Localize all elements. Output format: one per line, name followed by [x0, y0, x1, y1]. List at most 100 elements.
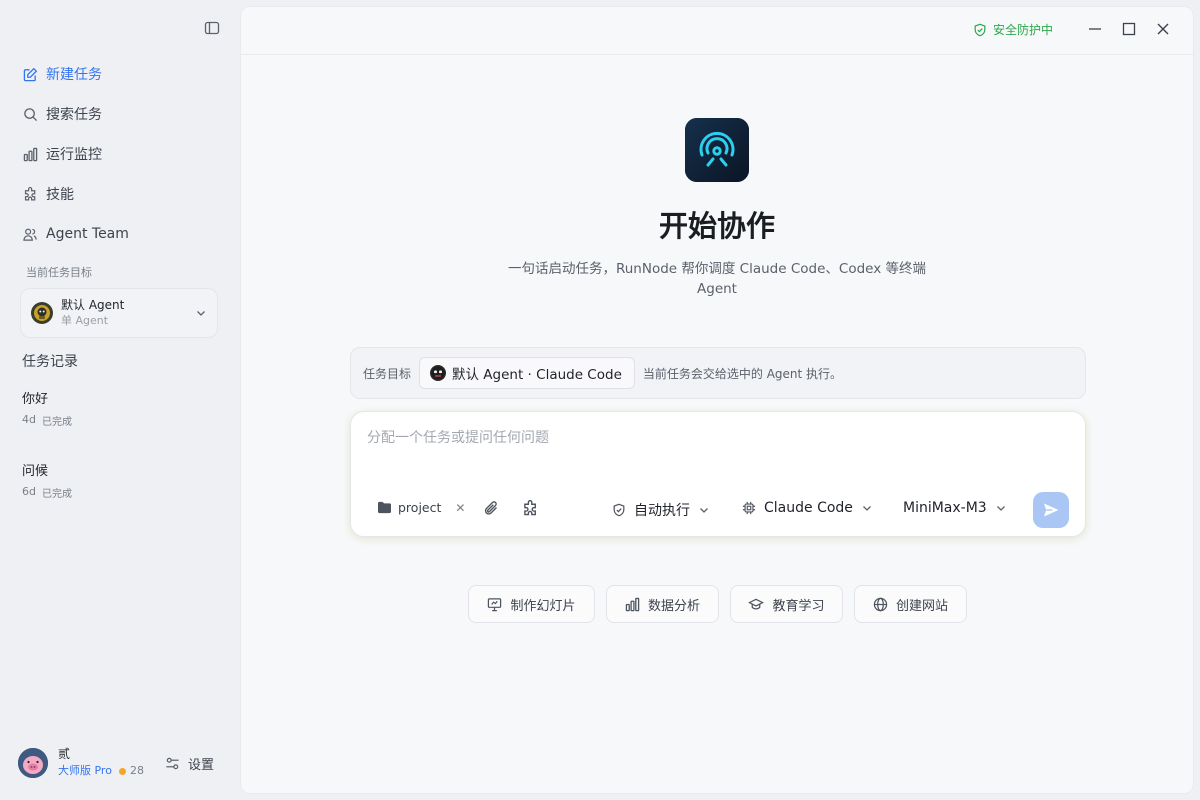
project-chip[interactable]: project ✕	[377, 500, 465, 515]
task-target-bar: 任务目标 默认 Agent · Claude Code 当前任务会交给选中的 A…	[350, 347, 1086, 399]
history-title: 任务记录	[22, 354, 78, 370]
close-icon	[1156, 22, 1170, 36]
edit-icon	[22, 66, 38, 82]
quick-action-label: 教育学习	[772, 598, 825, 614]
model-value: MiniMax-M3	[903, 500, 987, 516]
page-description: 一句话启动任务，RunNode 帮你调度 Claude Code、Codex 等…	[507, 261, 927, 297]
nav-run-monitor-label: 运行监控	[46, 147, 102, 163]
minimize-button[interactable]	[1087, 21, 1103, 37]
agent-selector[interactable]: 默认 Agent 单 Agent	[20, 288, 218, 338]
execution-mode-value: 自动执行	[634, 503, 690, 519]
main-panel: 安全防护中 开始协作 一句话启动任务，RunNode 帮你调度 Claude C…	[240, 6, 1194, 794]
agent-avatar	[31, 302, 53, 324]
sidebar-toggle-button[interactable]	[202, 18, 222, 38]
user-info: 贰 大师版 Pro 28	[58, 746, 144, 780]
send-button[interactable]	[1033, 492, 1069, 528]
nav-agent-team-label: Agent Team	[46, 226, 129, 242]
sidebar-toggle-icon	[204, 20, 220, 36]
task-target-selector[interactable]: 默认 Agent · Claude Code	[419, 357, 635, 389]
quick-action-education[interactable]: 教育学习	[730, 585, 843, 623]
skills-button[interactable]	[522, 500, 539, 517]
sliders-icon	[165, 756, 180, 771]
user-plan-row: 大师版 Pro 28	[58, 762, 144, 780]
sidebar: 新建任务 搜索任务 运行监控 技能 Agent Team 当前任务目标 默认 A…	[0, 0, 240, 800]
nav-skills-label: 技能	[46, 187, 74, 203]
team-icon	[22, 226, 38, 242]
user-name: 贰	[58, 747, 71, 761]
security-status-label: 安全防护中	[993, 23, 1054, 37]
folder-icon	[377, 501, 392, 514]
avatar	[18, 748, 48, 778]
quick-action-label: 制作幻灯片	[510, 598, 576, 614]
engine-value: Claude Code	[764, 500, 853, 516]
chevron-down-icon	[995, 502, 1007, 514]
history-item-age: 4d	[22, 413, 36, 426]
attach-button[interactable]	[483, 500, 499, 516]
task-target-value: 默认 Agent · Claude Code	[452, 367, 622, 383]
history-item[interactable]: 你好 4d 已完成	[22, 391, 222, 428]
shield-check-icon	[612, 503, 626, 517]
task-composer: project ✕ 自动执行	[350, 411, 1086, 537]
quick-action-website[interactable]: 创建网站	[854, 585, 967, 623]
task-target-label: 任务目标	[363, 366, 412, 381]
settings-label: 设置	[188, 758, 215, 773]
user-profile[interactable]: 贰 大师版 Pro 28	[18, 746, 144, 780]
history-item-name: 问候	[22, 464, 49, 479]
task-target-note: 当前任务会交给选中的 Agent 执行。	[642, 366, 843, 381]
minimize-icon	[1088, 22, 1102, 36]
quick-action-data-analysis[interactable]: 数据分析	[606, 585, 719, 623]
nav-run-monitor[interactable]: 运行监控	[12, 134, 228, 174]
remove-project-icon[interactable]: ✕	[455, 501, 465, 515]
nav-new-task[interactable]: 新建任务	[12, 54, 228, 94]
send-icon	[1042, 501, 1060, 519]
paperclip-icon	[483, 500, 499, 516]
bar-chart-icon	[22, 146, 38, 162]
graduation-cap-icon	[748, 597, 765, 612]
nav-new-task-label: 新建任务	[46, 67, 102, 83]
puzzle-icon	[522, 500, 539, 517]
quick-action-label: 创建网站	[895, 598, 948, 614]
history-item-age: 6d	[22, 485, 36, 498]
presentation-icon	[487, 597, 502, 612]
agent-name: 默认 Agent	[61, 298, 125, 312]
shield-check-icon	[973, 23, 987, 37]
history-item[interactable]: 问候 6d 已完成	[22, 463, 222, 500]
agent-info: 默认 Agent 单 Agent	[61, 297, 195, 329]
chevron-down-icon	[698, 504, 710, 516]
history-item-meta: 4d 已完成	[22, 413, 222, 428]
security-status: 安全防护中	[973, 21, 1053, 38]
maximize-button[interactable]	[1121, 21, 1137, 37]
nav-search-task[interactable]: 搜索任务	[12, 94, 228, 134]
nav-agent-team[interactable]: Agent Team	[12, 214, 228, 254]
execution-mode-select[interactable]: 自动执行	[612, 500, 710, 520]
quick-action-slides[interactable]: 制作幻灯片	[468, 585, 595, 623]
topbar: 安全防护中	[241, 7, 1193, 55]
quick-action-label: 数据分析	[647, 598, 700, 614]
nav-search-task-label: 搜索任务	[46, 107, 102, 123]
chip-icon	[742, 501, 756, 515]
nav-skills[interactable]: 技能	[12, 174, 228, 214]
history-item-name: 你好	[22, 392, 49, 407]
page-title: 开始协作	[658, 209, 775, 243]
model-select[interactable]: MiniMax-M3	[903, 500, 1007, 516]
settings-button[interactable]: 设置	[165, 754, 214, 773]
claude-agent-icon	[430, 365, 447, 381]
engine-select[interactable]: Claude Code	[742, 500, 873, 516]
bar-chart-icon	[625, 597, 640, 612]
history-item-meta: 6d 已完成	[22, 485, 222, 500]
user-points: 28	[129, 764, 144, 777]
project-chip-label: project	[398, 500, 442, 515]
agent-type: 单 Agent	[61, 314, 109, 327]
search-icon	[22, 106, 38, 122]
puzzle-icon	[22, 186, 38, 202]
sidebar-nav: 新建任务 搜索任务 运行监控 技能 Agent Team	[12, 54, 228, 254]
current-target-label: 当前任务目标	[26, 266, 92, 279]
points-dot-icon	[118, 767, 126, 775]
close-button[interactable]	[1155, 21, 1171, 37]
history-item-status: 已完成	[41, 417, 72, 428]
chevron-down-icon	[195, 307, 207, 319]
chevron-down-icon	[861, 502, 873, 514]
task-input[interactable]	[367, 426, 1057, 450]
globe-icon	[873, 597, 888, 612]
user-plan: 大师版 Pro	[58, 764, 112, 777]
